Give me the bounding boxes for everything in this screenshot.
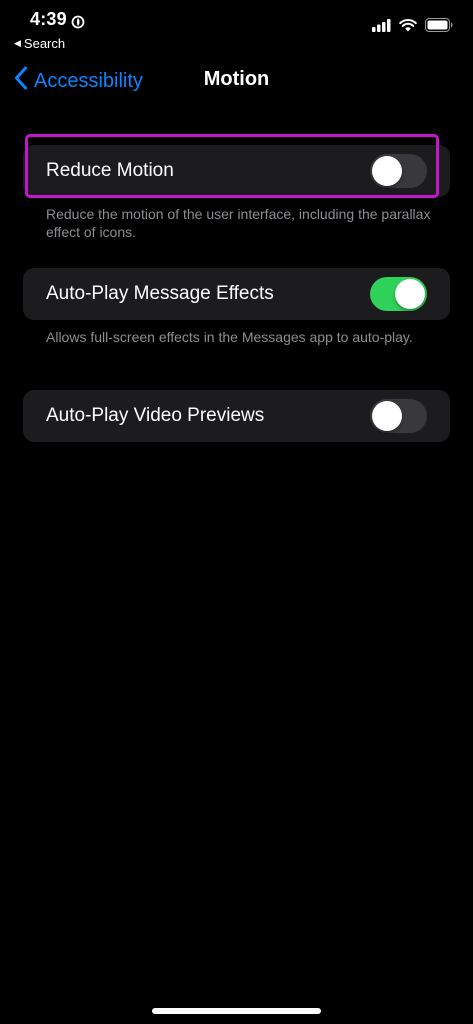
setting-label: Reduce Motion (46, 160, 174, 181)
wifi-icon (399, 18, 417, 37)
setting-label: Auto-Play Video Previews (46, 405, 265, 426)
setting-footer-note: Reduce the motion of the user interface,… (46, 206, 431, 240)
toggle-knob (395, 279, 425, 309)
focus-moon-icon (71, 13, 85, 28)
home-indicator (152, 1008, 321, 1014)
setting-label: Auto-Play Message Effects (46, 283, 274, 304)
toggle-knob (372, 401, 402, 431)
back-to-app-label: Search (23, 36, 66, 51)
reduce-motion-toggle[interactable] (370, 154, 427, 188)
auto-play-video-previews-toggle[interactable] (370, 399, 427, 433)
battery-icon (425, 18, 453, 37)
back-triangle-icon: ◀ (14, 38, 21, 48)
toggle-knob (372, 156, 402, 186)
setting-row-reduce-motion: Reduce Motion (23, 145, 450, 197)
page-title: Motion (203, 68, 270, 90)
status-bar-time: 4:39 (30, 9, 85, 30)
time-label: 4:39 (30, 9, 67, 29)
auto-play-message-effects-toggle[interactable] (370, 277, 427, 311)
back-to-app-link[interactable]: ◀ Search (14, 36, 65, 51)
cellular-signal-icon (372, 18, 391, 37)
setting-footer-note: Allows full-screen effects in the Messag… (46, 329, 413, 345)
status-icons (372, 18, 453, 37)
setting-row-auto-play-message-effects: Auto-Play Message Effects (23, 268, 450, 320)
setting-row-auto-play-video-previews: Auto-Play Video Previews (23, 390, 450, 442)
